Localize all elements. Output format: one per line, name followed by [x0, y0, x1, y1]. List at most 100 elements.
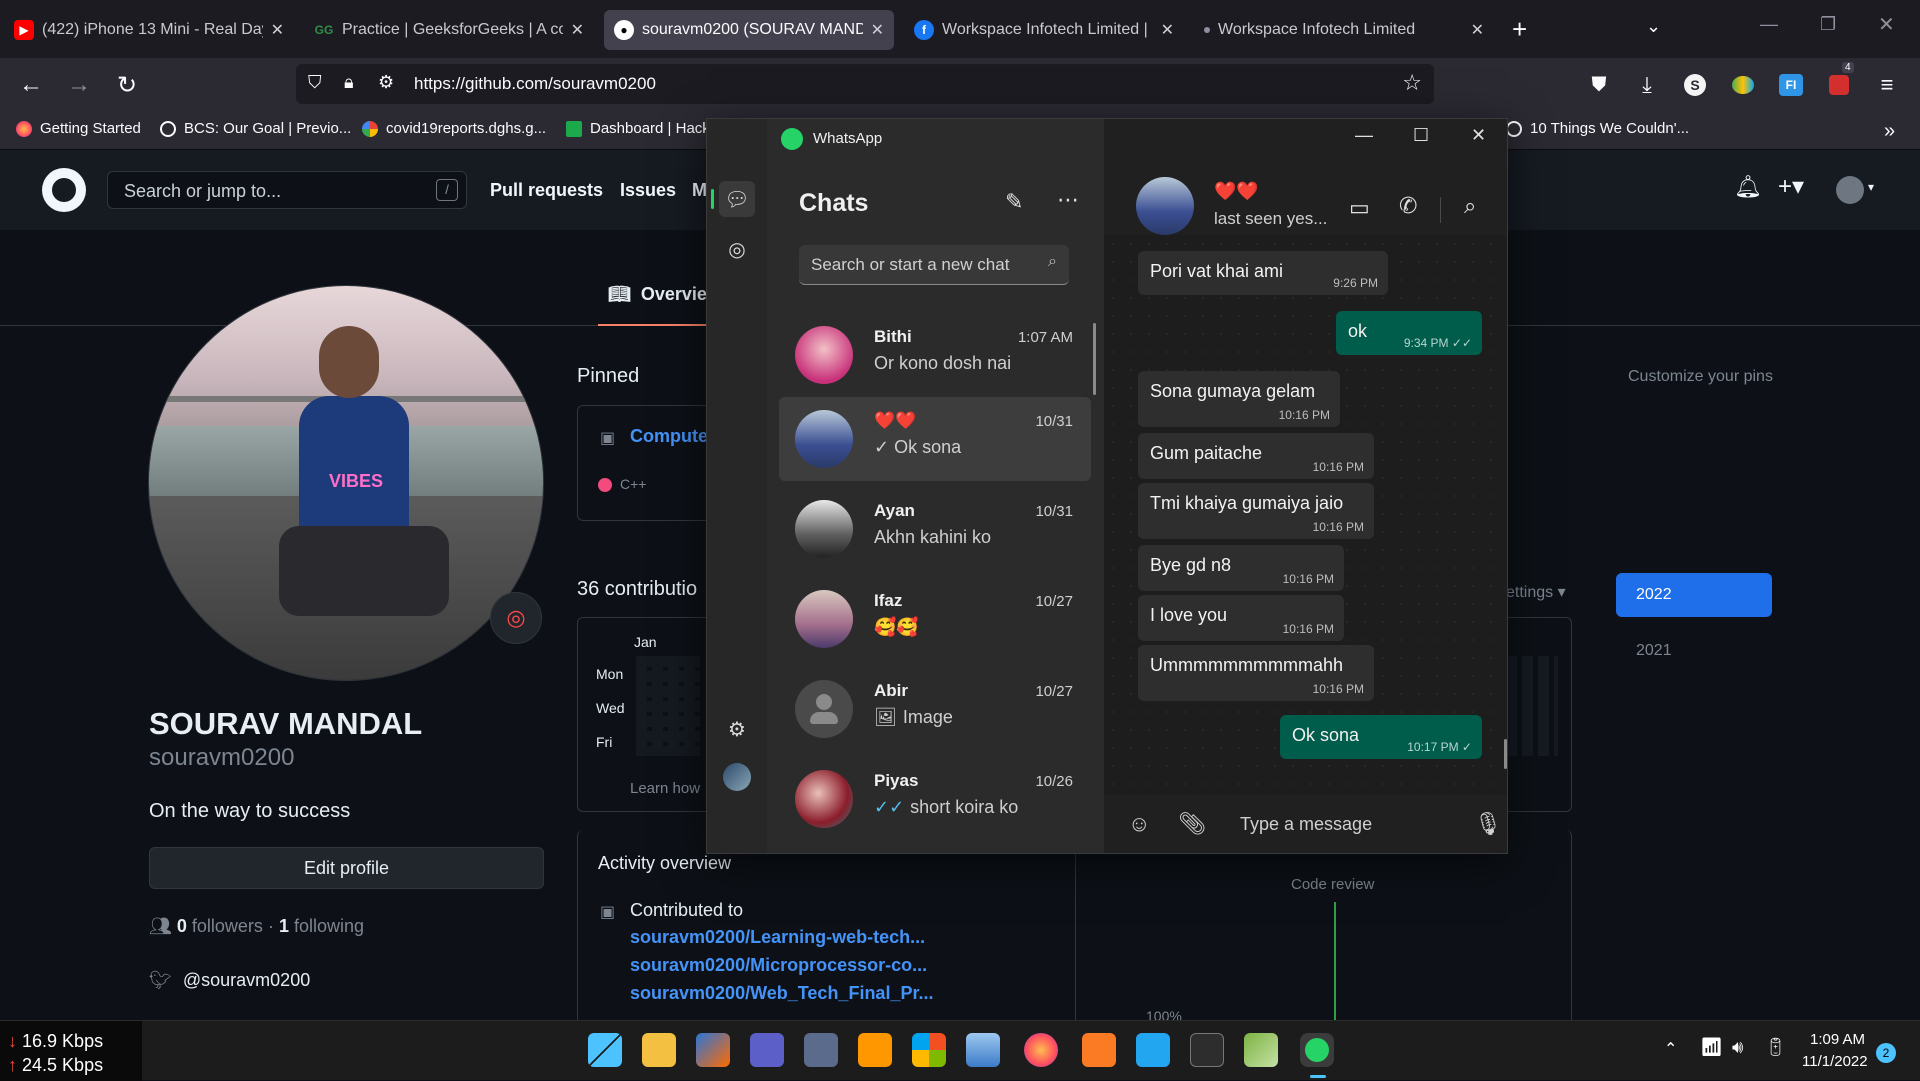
shield-icon[interactable]: ⛉ [308, 72, 322, 93]
close-icon[interactable]: ✕ [1471, 20, 1484, 40]
learn-how-link[interactable]: Learn how [630, 780, 700, 797]
tab-facebook[interactable]: f Workspace Infotech Limited | Dhak ✕ [904, 10, 1184, 50]
image-editor-icon[interactable] [1244, 1033, 1278, 1067]
close-icon[interactable]: ✕ [871, 20, 884, 40]
close-icon[interactable]: ✕ [1161, 20, 1174, 40]
followers-label[interactable]: followers [192, 916, 263, 936]
attach-paperclip-icon[interactable]: 📎︎ [1178, 811, 1206, 837]
list-tabs-icon[interactable]: ⌄ [1646, 16, 1661, 37]
emoji-icon[interactable]: ☺ [1128, 811, 1150, 837]
message-bubble-outgoing[interactable]: Ok sona 10:17 PM ✓ [1280, 715, 1482, 759]
chat-item-ifaz[interactable]: Ifaz 🥰🥰 10/27 [779, 577, 1091, 661]
search-icon[interactable]: ⌕ [1464, 193, 1476, 219]
github-search-input[interactable]: Search or jump to... / [107, 171, 467, 209]
bookmark-covid19reports[interactable]: covid19reports.dghs.g... [362, 120, 546, 137]
vscode-icon[interactable] [1136, 1033, 1170, 1067]
settings-icon[interactable]: ⚙ [719, 711, 755, 747]
notification-count-badge[interactable]: 2 [1876, 1043, 1896, 1063]
chat-item-piyas[interactable]: Piyas ✓✓ short koira ko 10/26 [779, 757, 1091, 841]
whatsapp-taskbar-icon[interactable] [1300, 1033, 1334, 1067]
chats-icon[interactable]: 💬︎ [719, 181, 755, 217]
xampp-icon[interactable] [1082, 1033, 1116, 1067]
notifications-bell-icon[interactable]: 🔔︎ [1734, 174, 1762, 200]
calculator-icon[interactable] [804, 1033, 838, 1067]
user-avatar-menu[interactable] [1836, 176, 1864, 204]
url-text[interactable]: https://github.com/souravm0200 [414, 74, 656, 94]
more-options-icon[interactable]: ⋯ [1057, 187, 1079, 213]
message-bubble-incoming[interactable]: I love you 10:16 PM [1138, 595, 1344, 641]
year-2021-button[interactable]: 2021 [1636, 642, 1672, 660]
tab-geeksforgeeks[interactable]: GG Practice | GeeksforGeeks | A comp ✕ [304, 10, 594, 50]
message-bubble-incoming[interactable]: Gum paitache 10:16 PM [1138, 433, 1374, 479]
contact-avatar[interactable] [1136, 177, 1194, 235]
edit-profile-button[interactable]: Edit profile [149, 847, 544, 889]
tab-github[interactable]: ● souravm0200 (SOURAV MANDAL) ✕ [604, 10, 894, 50]
bookmark-bcs[interactable]: BCS: Our Goal | Previo... [160, 120, 351, 137]
chat-search-input[interactable]: Search or start a new chat ⌕ [799, 245, 1069, 285]
set-status-icon[interactable]: ◎ [490, 592, 542, 644]
file-explorer-icon[interactable] [642, 1033, 676, 1067]
forward-icon[interactable]: → [64, 70, 94, 100]
tab-overview[interactable]: 📖︎ Overvie [608, 284, 707, 305]
chat-item-abir[interactable]: Abir 🖼︎ Image 10/27 [779, 667, 1091, 751]
firefox-icon[interactable] [1024, 1033, 1058, 1067]
followers-count[interactable]: 0 [177, 916, 187, 936]
download-icon[interactable]: ⤓ [1632, 70, 1662, 100]
message-bubble-incoming[interactable]: Ummmmmmmmmmahh 10:16 PM [1138, 645, 1374, 701]
customize-pins-link[interactable]: Customize your pins [1628, 368, 1773, 386]
clock-date[interactable]: 11/1/2022 [1802, 1053, 1868, 1070]
minimize-window-icon[interactable]: — [1760, 14, 1778, 35]
chevron-down-icon[interactable]: ▾ [1868, 180, 1874, 194]
pinned-repo-link[interactable]: Compute [630, 426, 708, 447]
matlab-icon[interactable] [696, 1033, 730, 1067]
chat-item-ayan[interactable]: Ayan Akhn kahini ko 10/31 [779, 487, 1091, 571]
chat-list-scrollbar[interactable] [1093, 323, 1096, 395]
volume-icon[interactable]: 🔊︎ [1732, 1037, 1743, 1058]
create-new-plus-icon[interactable]: +▾ [1778, 172, 1804, 201]
permissions-icon[interactable]: ⚙︎ [378, 72, 394, 93]
message-bubble-incoming[interactable]: Bye gd n8 10:16 PM [1138, 545, 1344, 591]
status-icon[interactable]: ◎ [719, 231, 755, 267]
chevron-up-icon[interactable]: ⌃ [1664, 1039, 1677, 1059]
start-windows-icon[interactable] [588, 1033, 622, 1067]
close-icon[interactable]: ✕ [1471, 125, 1486, 146]
clock-time[interactable]: 1:09 AM [1810, 1031, 1865, 1048]
photos-icon[interactable] [966, 1033, 1000, 1067]
menu-icon[interactable]: ≡ [1872, 70, 1902, 100]
contact-name[interactable]: ❤️❤️ [1214, 181, 1259, 202]
bookmark-10-things[interactable]: 10 Things We Couldn'... [1506, 120, 1689, 137]
bookmark-getting-started[interactable]: Getting Started [16, 120, 141, 137]
github-logo-icon[interactable] [42, 168, 86, 212]
minimize-icon[interactable]: — [1355, 125, 1373, 146]
maximize-icon[interactable]: ☐ [1413, 125, 1429, 146]
close-icon[interactable]: ✕ [271, 20, 284, 40]
sublime-text-icon[interactable] [858, 1033, 892, 1067]
message-bubble-outgoing[interactable]: ok 9:34 PM ✓✓ [1336, 311, 1482, 355]
extension-adblock-icon[interactable]: 4 [1824, 62, 1854, 100]
bookmark-star-icon[interactable]: ☆ [1402, 70, 1422, 96]
new-chat-icon[interactable]: ✎ [1005, 189, 1023, 215]
restore-window-icon[interactable]: ❐ [1820, 14, 1836, 35]
tab-workspace[interactable]: Workspace Infotech Limited ✕ [1194, 10, 1494, 50]
chat-item-hearts[interactable]: ❤️❤️ ✓ Ok sona 10/31 [779, 397, 1091, 481]
extension-color-icon[interactable] [1728, 70, 1758, 100]
pocket-icon[interactable]: ⛊ [1584, 70, 1614, 100]
nav-pull-requests[interactable]: Pull requests [490, 180, 603, 201]
more-bookmarks-icon[interactable]: » [1884, 120, 1895, 143]
contributed-repo-link[interactable]: souravm0200/Microprocessor-co... [630, 955, 927, 976]
close-icon[interactable]: ✕ [571, 20, 584, 40]
microsoft-store-icon[interactable] [912, 1033, 946, 1067]
video-call-icon[interactable]: ▭ [1349, 195, 1370, 221]
message-bubble-incoming[interactable]: Pori vat khai ami 9:26 PM [1138, 251, 1388, 295]
nav-issues[interactable]: Issues [620, 180, 676, 201]
new-tab-button[interactable]: + [1512, 14, 1527, 45]
message-bubble-incoming[interactable]: Sona gumaya gelam 10:16 PM [1138, 371, 1340, 427]
profile-avatar-icon[interactable] [719, 759, 755, 795]
profile-avatar[interactable]: VIBES [148, 285, 544, 681]
chat-item-bithi[interactable]: Bithi Or kono dosh nai 1:07 AM [779, 313, 1091, 397]
message-input[interactable]: Type a message [1240, 814, 1372, 835]
back-icon[interactable]: ← [16, 70, 46, 100]
contribution-settings-dropdown[interactable]: ettings ▾ [1506, 582, 1566, 602]
teams-icon[interactable] [750, 1033, 784, 1067]
battery-icon[interactable]: 🔋︎ [1764, 1037, 1787, 1058]
